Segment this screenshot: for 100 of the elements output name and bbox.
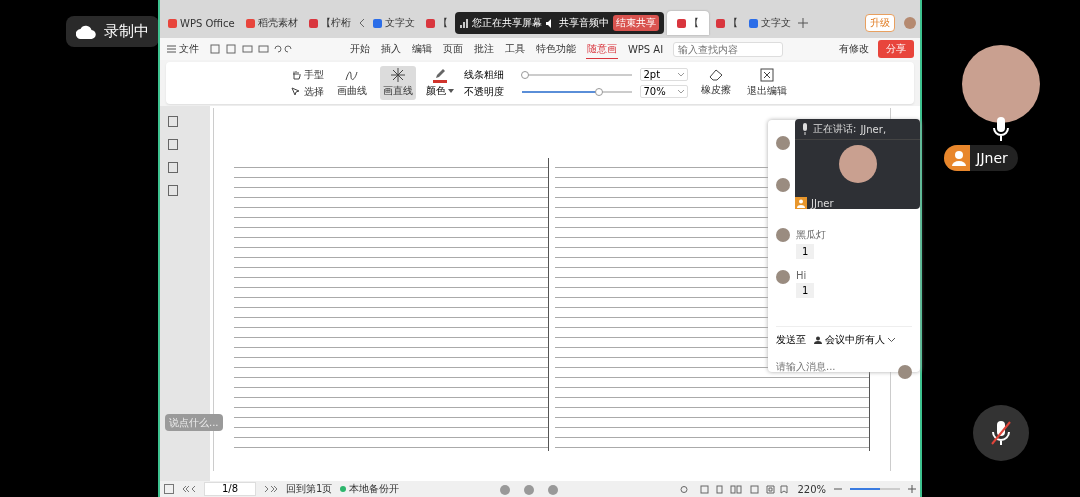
audience-dropdown[interactable]: 会议中所有人 (814, 333, 895, 347)
avatar (776, 178, 790, 192)
document-tab[interactable]: 【 (421, 11, 452, 35)
close-box-icon (759, 68, 774, 82)
menu-tab[interactable]: 编辑 (410, 40, 433, 58)
chevron-down-icon (888, 338, 895, 342)
speaking-label: 正在讲话: (813, 122, 857, 136)
signal-bars-icon (459, 18, 468, 28)
muted-microphone-icon (990, 420, 1012, 446)
previous-page-icon[interactable] (182, 485, 196, 493)
color-swatch[interactable] (432, 79, 447, 83)
menu-tab[interactable]: 开始 (348, 40, 371, 58)
tab-label: 【柠桁 (320, 16, 351, 30)
draw-mode-button[interactable]: 画曲线 (333, 66, 370, 100)
tab-label: WPS Office (180, 17, 235, 29)
avatar (776, 136, 790, 150)
menu-tab[interactable]: 批注 (472, 40, 495, 58)
view-mode-icons[interactable] (679, 484, 790, 494)
menu-tab[interactable]: 特色功能 (534, 40, 577, 58)
send-to-label: 发送至 (776, 333, 806, 347)
document-tab[interactable]: 【柠桁 (304, 11, 355, 35)
zoom-out-icon[interactable] (834, 485, 842, 493)
audio-status: 共享音频中 (558, 16, 609, 30)
back-to-first-page-link[interactable]: 回到第1页 (286, 482, 333, 496)
next-page-icon[interactable] (264, 485, 278, 493)
menu-tab[interactable]: 工具 (503, 40, 526, 58)
tab-label: 【 (437, 16, 448, 30)
stop-share-button[interactable]: 结束共享 (612, 15, 659, 31)
zoom-in-icon[interactable] (908, 485, 916, 493)
avatar (838, 145, 877, 183)
eraser-icon (708, 69, 723, 81)
page-number-field[interactable]: 1/8 (204, 482, 256, 496)
pen-icon[interactable] (433, 68, 446, 79)
user-icon (944, 145, 971, 171)
document-tab[interactable]: 文字文 (368, 11, 419, 35)
participant-name: JJner (811, 197, 834, 209)
exit-edit-button[interactable]: 退出编辑 (743, 66, 790, 100)
document-tab[interactable]: 【 (711, 11, 742, 35)
menu-tab[interactable]: 随意画 (585, 39, 618, 59)
menu-tab[interactable]: 页面 (441, 40, 464, 58)
tab-label: 文字文 (384, 16, 415, 30)
speaker-name: JJner (976, 150, 1008, 166)
select-tool-button[interactable]: 选择 (290, 84, 324, 99)
cloud-icon (76, 24, 96, 39)
document-icon (308, 18, 318, 28)
tab-label: 【 (688, 16, 699, 30)
tab-label: 稻壳素材 (257, 16, 298, 30)
document-icon (676, 18, 686, 28)
value-dropdown[interactable]: 70% (639, 85, 688, 98)
quick-tools-icon[interactable] (209, 44, 293, 54)
user-icon (795, 197, 807, 209)
document-icon (372, 18, 382, 28)
modified-label[interactable]: 有修改 (839, 42, 869, 56)
tab-label: 文字文 (760, 16, 791, 30)
microphone-icon (993, 117, 1009, 141)
hand-tool-button[interactable]: 手型 (290, 67, 324, 82)
avatar[interactable] (904, 17, 916, 29)
person-icon (814, 336, 822, 344)
slider-thumb[interactable] (520, 70, 529, 79)
avatar (776, 270, 790, 284)
slider-thumb[interactable] (594, 87, 603, 96)
chevron-left-icon[interactable] (357, 18, 366, 28)
document-tab[interactable]: 文字文 (744, 11, 795, 35)
search-field[interactable]: 输入查找内容 (673, 41, 784, 57)
document-icon (245, 18, 255, 28)
value-dropdown[interactable]: 2pt (639, 68, 688, 81)
slider-label: 不透明度 (463, 84, 505, 99)
line-icon (390, 68, 405, 82)
chevron-down-icon (677, 89, 684, 94)
document-tab[interactable]: 【 (666, 11, 709, 35)
document-tab[interactable]: WPS Office (164, 12, 239, 34)
hand-icon (290, 69, 301, 80)
avatar (898, 365, 912, 379)
curve-icon (344, 68, 359, 82)
comment-field[interactable]: 说点什么... (165, 414, 223, 431)
cursor-icon (290, 86, 301, 97)
document-icon (168, 18, 177, 28)
mute-button[interactable] (973, 405, 1029, 461)
menu-tab[interactable]: WPS AI (626, 41, 665, 57)
message-field[interactable]: 请输入消息... (776, 361, 876, 372)
document-icon (715, 18, 725, 28)
document-tab[interactable]: 稻壳素材 (241, 11, 302, 35)
document-icon (748, 18, 758, 28)
caret-icon (447, 88, 454, 93)
chevron-down-icon (677, 72, 684, 77)
eraser-button[interactable]: 橡皮擦 (697, 67, 734, 99)
backup-status[interactable]: 本地备份开 (340, 482, 400, 496)
speaker-name: JJner, (860, 123, 887, 135)
chat-message: 1 (796, 244, 815, 259)
chat-message: 1 (796, 283, 815, 298)
document-icon (425, 18, 435, 28)
share-button[interactable]: 分享 (878, 40, 914, 58)
menu-tab[interactable]: 插入 (379, 40, 402, 58)
share-status: 您正在共享屏幕 (471, 16, 542, 30)
plus-icon[interactable] (797, 18, 808, 28)
zoom-level: 220% (797, 483, 826, 495)
microphone-icon (801, 123, 809, 135)
draw-mode-button[interactable]: 画直线 (379, 66, 416, 100)
file-menu[interactable]: 文件 (166, 40, 200, 58)
color-dropdown[interactable]: 颜色 (425, 83, 454, 98)
